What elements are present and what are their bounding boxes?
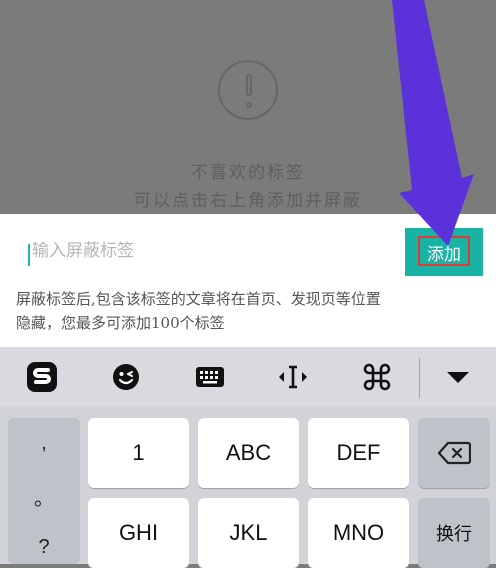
annotation-arrow	[392, 0, 474, 246]
